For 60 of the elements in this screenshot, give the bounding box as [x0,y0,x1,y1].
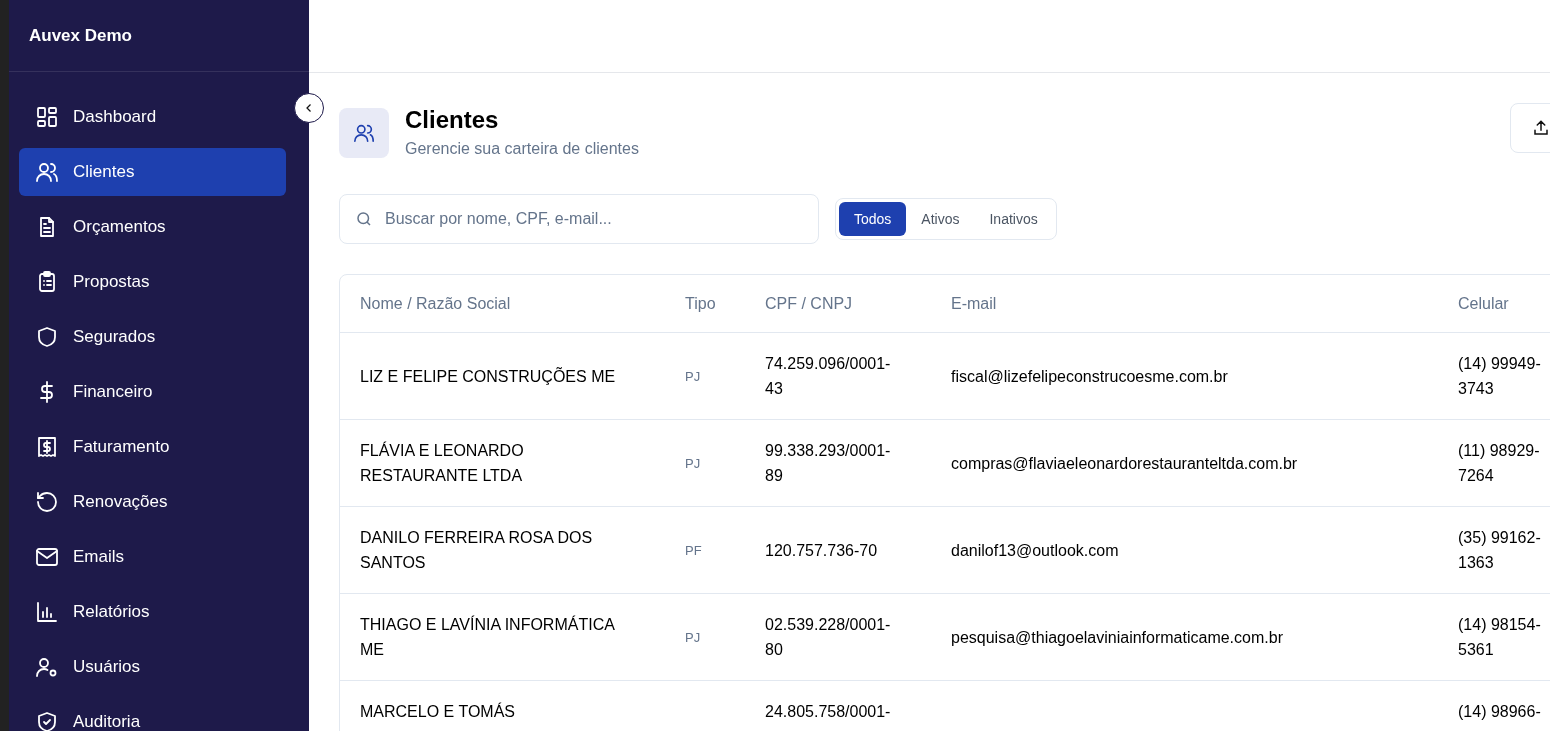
search-field[interactable]: Buscar por nome, CPF, e-mail... [339,194,819,244]
grid-icon [35,105,59,129]
sidebar-item[interactable]: Relatórios [19,588,286,636]
email-cell: pesquisa@thiagoelaviniainformaticame.com.br [951,628,1283,646]
type-cell: PJ [685,368,701,384]
phone-cell: (11) 98929-7264 [1458,442,1540,484]
document-cell: 02.539.228/0001-80 [765,616,891,658]
name-cell: DANILO FERREIRA ROSA DOS SANTOS [360,529,593,571]
app-name: Auvex Demo [29,24,132,47]
column-header: Tipo [684,293,717,314]
name-cell: MARCELO E TOMÁS [360,703,515,720]
column-header: CPF / CNPJ [764,293,854,314]
name-cell: THIAGO E LAVÍNIA INFORMÁTICA ME [360,616,614,658]
sidebar-item[interactable]: Auditoria [19,698,286,731]
email-cell: compras@flaviaeleonardorestauranteltda.com.br [951,454,1298,472]
bar-chart-icon [35,600,59,624]
sidebar-item[interactable]: Emails [19,533,286,581]
name-cell: LIZ E FELIPE CONSTRUÇÕES ME [360,367,616,385]
sidebar-item[interactable]: Renovações [19,478,286,526]
sidebar-item[interactable]: Orçamentos [19,203,286,251]
column-header: Celular [1457,293,1510,314]
document-cell: 24.805.758/0001- [765,703,891,720]
column-header: E-mail [950,293,998,314]
document-cell: 120.757.736-70 [765,541,878,559]
document-cell: 74.259.096/0001-43 [765,355,891,397]
users-icon [35,160,59,184]
collapse-button[interactable] [294,93,324,123]
page-subtitle: Gerencie sua carteira de clientes [405,139,639,159]
sidebar-item[interactable]: Financeiro [19,368,286,416]
phone-cell: (14) 99949-3743 [1458,355,1541,397]
sidebar-item[interactable]: Usuários [19,643,286,691]
filter-tab[interactable]: Inativos [974,202,1053,236]
filter-tab[interactable]: Ativos [906,202,975,236]
email-cell: fiscal@lizefelipeconstrucoesme.com.br [951,367,1228,385]
sidebar-item[interactable]: Segurados [19,313,286,361]
type-cell: PJ [685,455,701,471]
user-gear-icon [35,655,59,679]
sidebar-item[interactable]: Dashboard [19,93,286,141]
sidebar-item[interactable]: Faturamento [19,423,286,471]
column-header: Nome / Razão Social [359,293,512,314]
users-icon [353,122,375,144]
upload-icon [1532,119,1550,137]
sidebar-item[interactable]: Propostas [19,258,286,306]
shield-check-icon [35,710,59,731]
document-cell: 99.338.293/0001-89 [765,442,891,484]
page-title: Clientes [405,105,500,135]
shield-icon [35,325,59,349]
rotate-icon [35,490,59,514]
type-cell: PJ [685,629,701,645]
sidebar-item[interactable]: Clientes [19,148,286,196]
type-cell: PF [685,542,702,558]
email-cell: danilof13@outlook.com [951,541,1119,559]
receipt-icon [35,435,59,459]
mail-icon [35,545,59,569]
name-cell: FLÁVIA E LEONARDO RESTAURANTE LTDA [360,442,524,484]
search-icon [355,210,373,228]
phone-cell: (35) 99162-1363 [1458,529,1541,571]
filter-tab[interactable]: Todos [839,202,907,236]
phone-cell: (14) 98154-5361 [1458,616,1541,658]
phone-cell: (14) 98966- [1458,703,1541,720]
